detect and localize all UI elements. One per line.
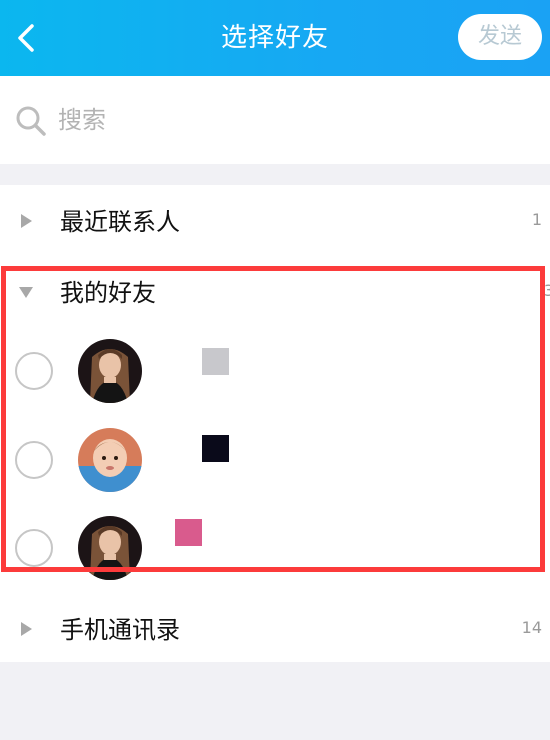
search-icon	[16, 106, 46, 136]
search-input[interactable]	[58, 100, 518, 140]
header-bar: 选择好友 发送	[0, 0, 550, 76]
chevron-right-icon	[21, 622, 32, 636]
avatar	[78, 516, 142, 580]
friend-name-placeholder	[202, 435, 229, 462]
select-radio[interactable]	[15, 441, 53, 479]
group-name: 我的好友	[60, 279, 156, 307]
group-count: 3	[543, 281, 550, 300]
select-radio[interactable]	[15, 529, 53, 567]
select-radio[interactable]	[15, 352, 53, 390]
friend-name-placeholder	[175, 519, 202, 546]
chevron-left-icon	[18, 24, 34, 52]
group-name: 手机通讯录	[60, 616, 180, 644]
group-count: 14	[521, 618, 542, 637]
group-count: 1	[531, 210, 542, 229]
search-bar	[0, 76, 550, 164]
list-item[interactable]	[0, 505, 550, 591]
group-phone-contacts[interactable]: 手机通讯录 14	[0, 593, 550, 665]
list-item[interactable]	[0, 328, 550, 414]
friend-list: 最近联系人 1 我的好友 3 手机通讯录 14	[0, 185, 550, 662]
list-item[interactable]	[0, 417, 550, 503]
group-name: 最近联系人	[60, 208, 180, 236]
group-recent-contacts[interactable]: 最近联系人 1	[0, 185, 550, 257]
send-button[interactable]: 发送	[458, 14, 542, 60]
avatar	[78, 428, 142, 492]
chevron-right-icon	[21, 214, 32, 228]
avatar	[78, 339, 142, 403]
chevron-down-icon	[19, 287, 33, 298]
friend-name-placeholder	[202, 348, 229, 375]
back-button[interactable]	[12, 18, 46, 58]
group-my-friends[interactable]: 我的好友 3	[0, 256, 550, 328]
